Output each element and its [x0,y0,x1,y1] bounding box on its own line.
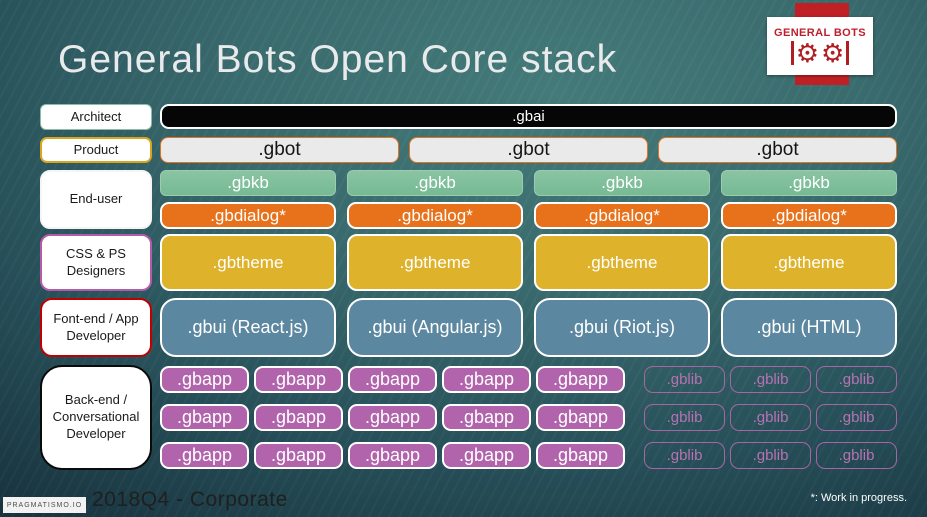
row-gbkb: .gbkb .gbkb .gbkb .gbkb [160,170,897,196]
gblib-box: .gblib [730,366,811,393]
label-frontend-app-developer: Font-end / App Developer [40,298,152,357]
row-gbai: .gbai [160,104,897,129]
gblib-box: .gblib [644,404,725,431]
logo-brand-text: GENERAL BOTS [774,26,866,39]
row-gbtheme: .gbtheme .gbtheme .gbtheme .gbtheme [160,234,897,291]
edition-text: 2018Q4 - Corporate [92,488,288,511]
gbapp-box: .gbapp [160,404,249,431]
label-end-user: End-user [40,170,152,229]
row-backend-3: .gbapp .gbapp .gbapp .gbapp .gbapp .gbli… [160,442,897,469]
gbdialog-box: .gbdialog* [534,202,710,229]
page-title: General Bots Open Core stack [58,38,618,81]
work-in-progress-note: *: Work in progress. [810,492,907,504]
gbui-react-box: .gbui (React.js) [160,298,336,357]
gbapp-box: .gbapp [348,366,437,393]
gears-icon: ⚙ ⚙ [790,37,850,68]
gblib-box: .gblib [816,404,897,431]
gbapp-box: .gbapp [160,442,249,469]
gblib-box: .gblib [816,366,897,393]
gblib-box: .gblib [644,442,725,469]
gbui-angular-box: .gbui (Angular.js) [347,298,523,357]
gear-icon: ⚙ [821,37,845,68]
gbtheme-box: .gbtheme [721,234,897,291]
general-bots-logo: GENERAL BOTS ⚙ ⚙ [767,17,873,75]
gear-bar-left-icon [790,40,794,65]
gbui-riot-box: .gbui (Riot.js) [534,298,710,357]
gbapp-box: .gbapp [160,366,249,393]
gbapp-box: .gbapp [254,404,343,431]
label-architect: Architect [40,104,152,130]
row-backend-2: .gbapp .gbapp .gbapp .gbapp .gbapp .gbli… [160,404,897,431]
gbkb-box: .gbkb [160,170,336,196]
gbkb-box: .gbkb [721,170,897,196]
gear-bar-right-icon [846,40,850,65]
gblib-box: .gblib [730,404,811,431]
gbtheme-box: .gbtheme [347,234,523,291]
gbtheme-box: .gbtheme [160,234,336,291]
label-backend-conversational-developer: Back-end / Conversational Developer [40,365,152,470]
gbot-box: .gbot [658,137,897,163]
gbdialog-box: .gbdialog* [721,202,897,229]
gblib-box: .gblib [816,442,897,469]
gbapp-box: .gbapp [442,404,531,431]
gbot-box: .gbot [409,137,648,163]
gbapp-box: .gbapp [442,366,531,393]
gbapp-box: .gbapp [536,442,625,469]
gbapp-box: .gbapp [348,442,437,469]
gblib-box: .gblib [644,366,725,393]
gbot-box: .gbot [160,137,399,163]
gbkb-box: .gbkb [534,170,710,196]
gbapp-box: .gbapp [254,366,343,393]
gbdialog-box: .gbdialog* [160,202,336,229]
label-product: Product [40,137,152,163]
gear-icon: ⚙ [795,37,819,68]
gblib-box: .gblib [730,442,811,469]
gbapp-box: .gbapp [442,442,531,469]
gbtheme-box: .gbtheme [534,234,710,291]
gbapp-box: .gbapp [348,404,437,431]
gbapp-box: .gbapp [254,442,343,469]
row-gbot: .gbot .gbot .gbot [160,137,897,163]
row-gbdialog: .gbdialog* .gbdialog* .gbdialog* .gbdial… [160,202,897,229]
gbapp-box: .gbapp [536,404,625,431]
gbdialog-box: .gbdialog* [347,202,523,229]
row-gbui: .gbui (React.js) .gbui (Angular.js) .gbu… [160,298,897,357]
gbapp-box: .gbapp [536,366,625,393]
gbai-box: .gbai [160,104,897,129]
row-backend-1: .gbapp .gbapp .gbapp .gbapp .gbapp .gbli… [160,366,897,393]
gbui-html-box: .gbui (HTML) [721,298,897,357]
slide: General Bots Open Core stack GENERAL BOT… [0,0,927,517]
label-css-ps-designers: CSS & PS Designers [40,234,152,291]
pragmatismo-logo: PRAGMATISMO.IO [3,497,86,513]
gbkb-box: .gbkb [347,170,523,196]
